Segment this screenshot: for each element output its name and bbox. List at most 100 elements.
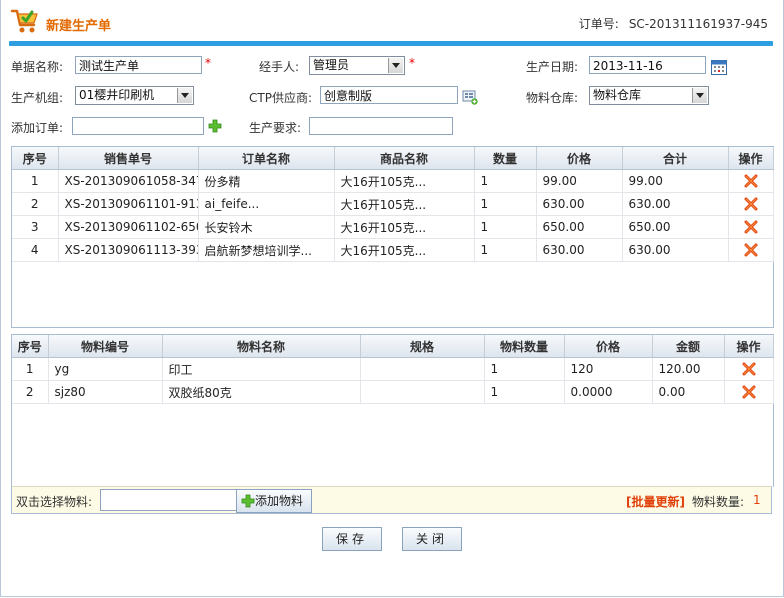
delete-icon[interactable] <box>742 362 756 376</box>
required-mark: * <box>409 56 415 70</box>
cell: 大16开105克... <box>334 238 475 262</box>
cell: XS-201309061058-347 <box>58 169 199 193</box>
date-input[interactable]: 2013-11-16 <box>589 56 706 74</box>
add-order-input[interactable] <box>72 117 204 135</box>
col-header[interactable]: 商品名称 <box>334 147 475 170</box>
cell: 1 <box>12 169 59 193</box>
delete-icon[interactable] <box>742 385 756 399</box>
materials-footer: 双击选择物料: 添加物料 [批量更新] 物料数量: 1 <box>11 486 772 514</box>
add-order-label: 添加订单: <box>11 121 64 135</box>
cell: 630.00 <box>536 192 623 216</box>
cell: 长安铃木 <box>198 215 335 239</box>
cell: 120.00 <box>652 357 725 381</box>
cell: 1 <box>12 357 49 381</box>
col-header[interactable]: 序号 <box>12 335 49 358</box>
cell: 630.00 <box>536 238 623 262</box>
cell: 1 <box>474 192 537 216</box>
col-header[interactable]: 物料数量 <box>484 335 565 358</box>
handler-value: 管理员 <box>313 58 350 72</box>
cell[interactable]: 0.0000 <box>564 380 653 404</box>
pick-material-label: 双击选择物料: <box>16 495 93 509</box>
cell <box>360 357 485 381</box>
add-material-button[interactable]: 添加物料 <box>236 489 312 513</box>
save-button[interactable]: 保存 <box>322 527 382 551</box>
material-count-value: 1 <box>753 493 761 507</box>
handler-select[interactable]: 管理员 <box>309 56 405 75</box>
cell: 大16开105克... <box>334 169 475 193</box>
orders-table: 序号 销售单号 订单名称 商品名称 数量 价格 合计 操作 1 XS-20130… <box>12 147 774 262</box>
cell: 1 <box>474 238 537 262</box>
chevron-down-icon[interactable] <box>388 58 403 73</box>
col-header[interactable]: 销售单号 <box>58 147 199 170</box>
delete-cell <box>728 169 774 193</box>
col-header[interactable]: 价格 <box>536 147 623 170</box>
cell: 份多精 <box>198 169 335 193</box>
calendar-icon[interactable] <box>711 59 727 75</box>
cell: 650.00 <box>536 215 623 239</box>
chevron-down-icon[interactable] <box>692 88 707 103</box>
machine-value: 01樱井印刷机 <box>79 88 155 102</box>
cell: 630.00 <box>622 192 729 216</box>
required-mark: * <box>205 56 211 70</box>
accent-bar <box>9 41 773 46</box>
order-number-value: SC-201311161937-945 <box>628 17 768 31</box>
cell[interactable]: 1 <box>484 380 565 404</box>
cell: 双胶纸80克 <box>162 380 361 404</box>
cell[interactable]: 120 <box>564 357 653 381</box>
table-row[interactable]: 3 XS-201309061102-650 长安铃木 大16开105克... 1… <box>12 215 774 239</box>
material-count-label: 物料数量: <box>692 495 745 509</box>
doc-name-input[interactable]: 测试生产单 <box>75 56 202 74</box>
delete-icon[interactable] <box>744 220 758 234</box>
materials-header-row: 序号 物料编号 物料名称 规格 物料数量 价格 金额 操作 <box>12 335 774 358</box>
col-header[interactable]: 订单名称 <box>198 147 335 170</box>
table-row[interactable]: 2 sjz80 双胶纸80克 1 0.0000 0.00 <box>12 380 774 404</box>
orders-header-row: 序号 销售单号 订单名称 商品名称 数量 价格 合计 操作 <box>12 147 774 170</box>
table-row[interactable]: 1 XS-201309061058-347 份多精 大16开105克... 1 … <box>12 169 774 193</box>
warehouse-select[interactable]: 物料仓库 <box>589 86 709 105</box>
col-header[interactable]: 物料编号 <box>48 335 163 358</box>
delete-icon[interactable] <box>744 174 758 188</box>
close-button[interactable]: 关闭 <box>402 527 462 551</box>
col-header[interactable]: 规格 <box>360 335 485 358</box>
cell: 99.00 <box>622 169 729 193</box>
cell: XS-201309061102-650 <box>58 215 199 239</box>
cell: 印工 <box>162 357 361 381</box>
col-header[interactable]: 数量 <box>474 147 537 170</box>
delete-cell <box>724 357 774 381</box>
order-number: 订单号: SC-201311161937-945 <box>579 15 768 32</box>
add-order-plus-icon[interactable] <box>208 119 222 133</box>
cell: 大16开105克... <box>334 215 475 239</box>
cell: 启航新梦想培训学... <box>198 238 335 262</box>
cell: sjz80 <box>48 380 163 404</box>
col-header[interactable]: 合计 <box>622 147 729 170</box>
cell: 大16开105克... <box>334 192 475 216</box>
cell: 3 <box>12 215 59 239</box>
cell: 630.00 <box>622 238 729 262</box>
cell[interactable]: 1 <box>484 357 565 381</box>
chevron-down-icon[interactable] <box>177 88 192 103</box>
ctp-input[interactable]: 创意制版 <box>320 86 458 104</box>
table-row[interactable]: 4 XS-201309061113-393 启航新梦想培训学... 大16开10… <box>12 238 774 262</box>
machine-select[interactable]: 01樱井印刷机 <box>75 86 194 105</box>
cell: yg <box>48 357 163 381</box>
table-row[interactable]: 1 yg 印工 1 120 120.00 <box>12 357 774 381</box>
pick-material-input[interactable] <box>100 489 244 511</box>
page-title: 新建生产单 <box>46 19 112 34</box>
col-header: 操作 <box>728 147 774 170</box>
requirement-input[interactable] <box>309 117 453 135</box>
orders-grid: 序号 销售单号 订单名称 商品名称 数量 价格 合计 操作 1 XS-20130… <box>11 146 774 328</box>
col-header[interactable]: 物料名称 <box>162 335 361 358</box>
cell: 99.00 <box>536 169 623 193</box>
select-supplier-icon[interactable] <box>462 89 478 105</box>
delete-icon[interactable] <box>744 243 758 257</box>
col-header[interactable]: 价格 <box>564 335 653 358</box>
batch-update-link[interactable]: [批量更新] <box>626 493 685 510</box>
col-header: 操作 <box>724 335 774 358</box>
delete-icon[interactable] <box>744 197 758 211</box>
col-header[interactable]: 序号 <box>12 147 59 170</box>
cell: 1 <box>474 169 537 193</box>
cell: ai_feife... <box>198 192 335 216</box>
date-label: 生产日期: <box>526 60 579 74</box>
table-row[interactable]: 2 XS-201309061101-913 ai_feife... 大16开10… <box>12 192 774 216</box>
col-header[interactable]: 金额 <box>652 335 725 358</box>
